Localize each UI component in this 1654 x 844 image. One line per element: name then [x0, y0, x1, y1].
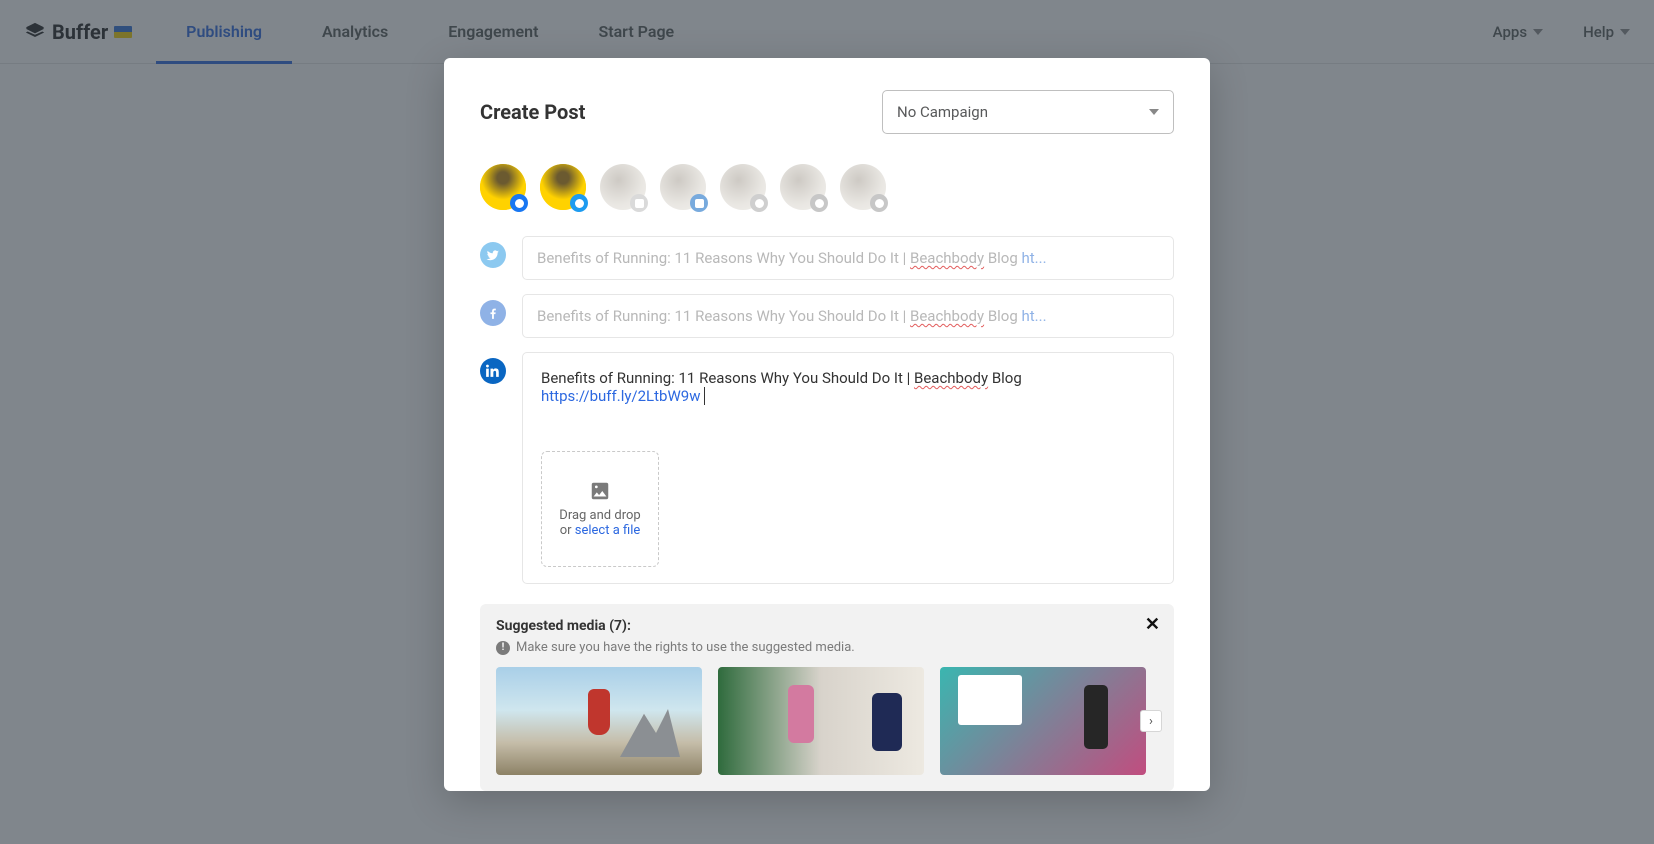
channel-twitter[interactable] — [540, 164, 586, 210]
create-post-modal: Create Post No Campaign — [444, 58, 1210, 791]
pinterest-icon — [750, 194, 768, 212]
post-row-twitter: Benefits of Running: 11 Reasons Why You … — [480, 236, 1174, 280]
suggested-thumb-1[interactable] — [496, 667, 702, 775]
select-file-link[interactable]: select a file — [575, 523, 641, 538]
text-cursor — [700, 387, 705, 405]
linkedin-icon — [480, 358, 506, 384]
tiktok-icon — [810, 194, 828, 212]
modal-header: Create Post No Campaign — [480, 90, 1174, 134]
close-suggested-button[interactable]: ✕ — [1145, 614, 1160, 635]
tiktok-icon — [870, 194, 888, 212]
caret-down-icon — [1149, 109, 1159, 115]
suggested-note: ! Make sure you have the rights to use t… — [496, 640, 1158, 655]
twitter-icon — [480, 242, 506, 268]
linkedin-post-editor[interactable]: Benefits of Running: 11 Reasons Why You … — [522, 352, 1174, 584]
image-icon — [588, 480, 612, 502]
dropzone-text: Drag and drop or select a file — [559, 508, 640, 538]
campaign-select[interactable]: No Campaign — [882, 90, 1174, 134]
facebook-icon — [510, 194, 528, 212]
suggested-thumb-3[interactable] — [940, 667, 1146, 775]
modal-title: Create Post — [480, 100, 585, 124]
channel-tiktok[interactable] — [780, 164, 826, 210]
post-text-line: Benefits of Running: 11 Reasons Why You … — [541, 369, 1155, 387]
suggested-thumb-2[interactable] — [718, 667, 924, 775]
media-dropzone[interactable]: Drag and drop or select a file — [541, 451, 659, 567]
channel-linkedin[interactable] — [660, 164, 706, 210]
suggested-thumbnails: › — [496, 667, 1158, 775]
suggested-media-panel: ✕ Suggested media (7): ! Make sure you h… — [480, 604, 1174, 791]
twitter-post-preview[interactable]: Benefits of Running: 11 Reasons Why You … — [522, 236, 1174, 280]
channel-facebook[interactable] — [480, 164, 526, 210]
linkedin-icon — [690, 194, 708, 212]
post-row-linkedin: Benefits of Running: 11 Reasons Why You … — [480, 352, 1174, 584]
twitter-icon — [570, 194, 588, 212]
info-icon: ! — [496, 641, 510, 655]
suggested-title: Suggested media (7): — [496, 618, 1158, 634]
channel-instagram[interactable] — [600, 164, 646, 210]
post-row-facebook: Benefits of Running: 11 Reasons Why You … — [480, 294, 1174, 338]
channel-tiktok-2[interactable] — [840, 164, 886, 210]
campaign-selected-label: No Campaign — [897, 103, 988, 121]
post-editors: Benefits of Running: 11 Reasons Why You … — [480, 236, 1174, 584]
channel-picker — [480, 164, 1174, 210]
facebook-icon — [480, 300, 506, 326]
facebook-post-preview[interactable]: Benefits of Running: 11 Reasons Why You … — [522, 294, 1174, 338]
thumbs-next-button[interactable]: › — [1140, 710, 1162, 732]
instagram-icon — [630, 194, 648, 212]
channel-pinterest[interactable] — [720, 164, 766, 210]
post-link-line: https://buff.ly/2LtbW9w — [541, 387, 1155, 405]
